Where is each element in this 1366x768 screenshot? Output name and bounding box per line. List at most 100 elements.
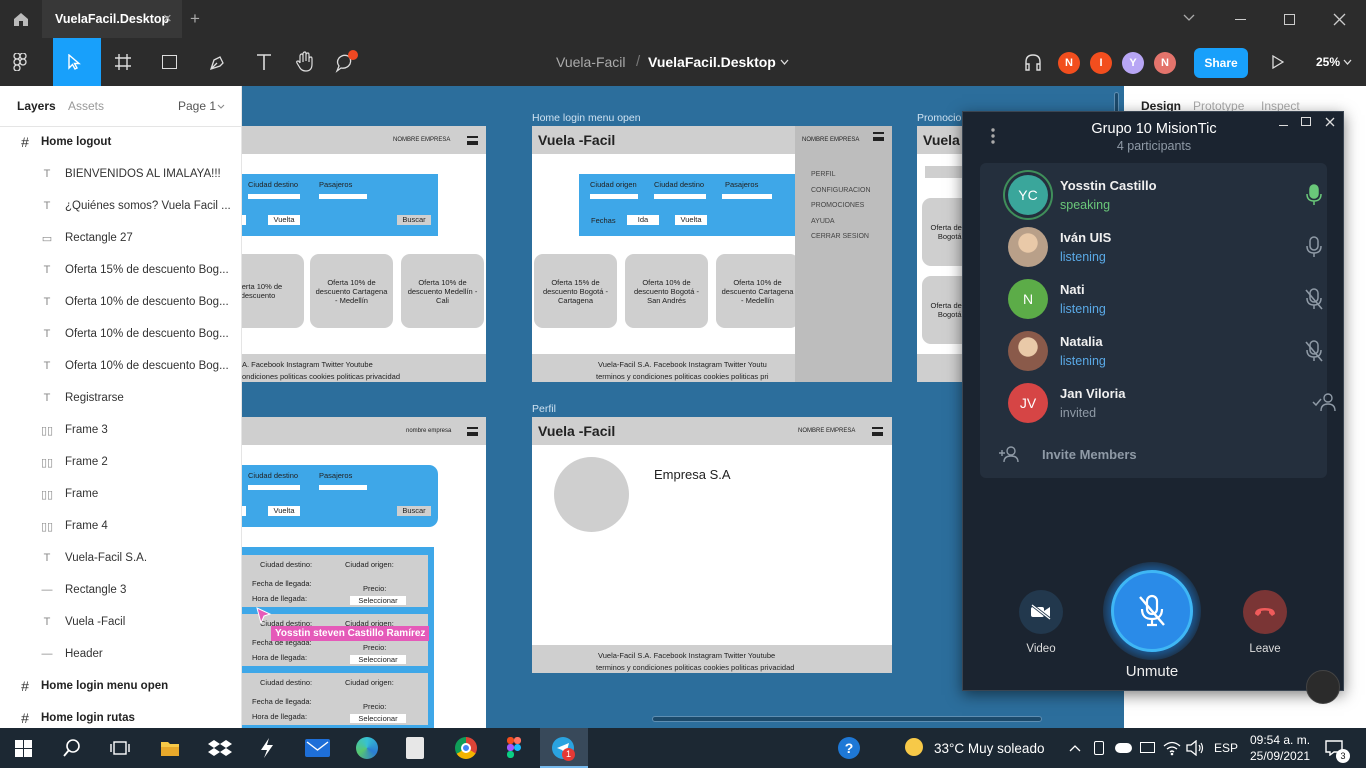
wifi-icon[interactable] [1163,740,1181,756]
layer-row[interactable]: ▯▯ Frame [0,478,242,510]
seleccionar-button[interactable]: Seleccionar [350,596,406,605]
field-pasajeros[interactable] [319,194,367,199]
chevron-down-icon[interactable] [1343,59,1352,65]
frame-tool-icon[interactable] [115,54,131,70]
tab-layers[interactable]: Layers [17,99,56,113]
layer-row[interactable]: T Oferta 10% de descuento Bog... [0,318,242,350]
mail-icon[interactable] [305,739,330,757]
task-view-icon[interactable] [110,740,130,756]
dropbox-icon[interactable] [208,739,232,758]
vuelta-field[interactable]: Vuelta [675,215,707,225]
layer-row[interactable]: — Rectangle 3 [0,574,242,606]
layer-row[interactable]: # Home login menu open [0,670,242,702]
windows-start-icon[interactable] [15,740,32,757]
invited-icon[interactable] [1312,392,1336,414]
horizontal-scrollbar[interactable] [652,716,1042,722]
ida-field[interactable] [242,506,246,516]
field-destino[interactable] [654,194,706,199]
file-tab[interactable]: VuelaFacil.Desktop × [42,0,182,38]
collaborator-avatar[interactable]: I [1090,52,1112,74]
language-indicator[interactable]: ESP [1214,741,1238,755]
leave-button[interactable] [1243,590,1287,634]
weather-icon[interactable] [905,738,923,756]
menu-item[interactable]: CERRAR SESION [811,233,869,240]
clock-time[interactable]: 09:54 a. m. [1250,733,1310,747]
minimize-icon[interactable] [1279,125,1288,126]
layer-row[interactable]: ▭ Rectangle 27 [0,222,242,254]
page-selector[interactable]: Page 1 [178,99,216,113]
layer-row[interactable]: T Oferta 10% de descuento Bog... [0,350,242,382]
breadcrumb-project[interactable]: Vuela-Facil [556,54,626,70]
usb-icon[interactable] [1094,741,1104,755]
participant-row[interactable]: JV Jan Viloria invited [980,375,1362,427]
layer-row[interactable]: T Registrarse [0,382,242,414]
layer-row[interactable]: ▯▯ Frame 4 [0,510,242,542]
cloud-icon[interactable] [1115,743,1132,753]
minimize-icon[interactable] [1235,19,1246,20]
layer-row[interactable]: T Oferta 15% de descuento Bog... [0,254,242,286]
new-tab-icon[interactable]: + [190,9,200,29]
maximize-icon[interactable] [1301,117,1311,126]
participant-row[interactable]: Iván UIS listening [980,219,1362,271]
telegram-taskbar-button[interactable]: 1 [540,728,588,768]
help-icon[interactable]: ? [838,737,860,759]
field-pasajeros[interactable] [319,485,367,490]
hamburger-menu-icon[interactable] [467,136,478,145]
close-tab-icon[interactable]: × [163,10,172,27]
video-button[interactable] [1019,590,1063,634]
battery-icon[interactable] [1140,742,1155,753]
chevron-down-icon[interactable] [217,104,225,109]
layer-row[interactable]: # Home logout [0,126,242,158]
seleccionar-button[interactable]: Seleccionar [350,714,406,723]
layer-row[interactable]: ▯▯ Frame 2 [0,446,242,478]
file-explorer-icon[interactable] [160,739,180,757]
layer-row[interactable]: T Vuela-Facil S.A. [0,542,242,574]
mic-off-icon[interactable] [1304,288,1324,310]
layer-row[interactable]: T Vuela -Facil [0,606,242,638]
layer-row[interactable]: T Oferta 10% de descuento Bog... [0,286,242,318]
frame-perfil[interactable]: Vuela -Facil NOMBRE EMPRESA Empresa S.A … [532,417,892,673]
figma-icon[interactable] [507,737,521,759]
maximize-icon[interactable] [1284,14,1295,25]
frame-label[interactable]: Perfil [532,403,556,415]
rectangle-tool-icon[interactable] [162,55,177,69]
frame-home-login-rutas[interactable]: nombre empresa Ciudad destino Pasajeros … [242,417,486,728]
frame-home-logout[interactable]: NOMBRE EMPRESA Ciudad destino Pasajeros … [242,126,486,382]
collaborator-avatar[interactable]: N [1154,52,1176,74]
figma-menu-icon[interactable] [13,53,27,71]
collaborator-avatar[interactable]: N [1058,52,1080,74]
close-icon[interactable] [1325,117,1335,127]
layer-row[interactable]: T BIENVENIDOS AL IMALAYA!!! [0,158,242,190]
text-tool-icon[interactable] [256,53,272,71]
field-destino[interactable] [248,485,300,490]
field-pasajeros[interactable] [722,194,772,199]
vuelta-field[interactable]: Vuelta [268,506,300,516]
hamburger-menu-icon[interactable] [467,427,478,436]
headphones-icon[interactable] [1023,52,1043,72]
menu-item[interactable]: PERFIL [811,171,836,178]
edge-beta-icon[interactable] [356,737,378,759]
floating-button[interactable] [1306,670,1340,704]
field-origen[interactable] [590,194,638,199]
participant-row[interactable]: YC Yosstin Castillo speaking [980,167,1362,219]
home-icon[interactable] [12,11,30,27]
seleccionar-button[interactable]: Seleccionar [350,655,406,664]
add-user-icon[interactable] [998,445,1020,463]
search-icon[interactable] [63,739,81,757]
hamburger-menu-icon[interactable] [873,132,884,141]
chrome-icon[interactable] [455,737,477,759]
hand-tool-icon[interactable] [295,51,315,73]
frame-label[interactable]: Home login menu open [532,112,641,124]
tab-assets[interactable]: Assets [68,99,104,113]
mic-on-icon[interactable] [1304,184,1324,206]
close-window-icon[interactable] [1333,13,1346,26]
frame-home-login-menu-open[interactable]: Vuela -Facil Ciudad origen Ciudad destin… [532,126,892,382]
menu-item[interactable]: PROMOCIONES [811,202,864,209]
move-tool-button[interactable] [53,38,101,86]
menu-item[interactable]: AYUDA [811,218,835,225]
pen-tool-icon[interactable] [209,53,227,71]
mic-icon[interactable] [1304,236,1324,258]
chevron-down-icon[interactable] [780,59,789,65]
play-icon[interactable] [1272,55,1284,69]
document-app-icon[interactable] [406,737,424,759]
